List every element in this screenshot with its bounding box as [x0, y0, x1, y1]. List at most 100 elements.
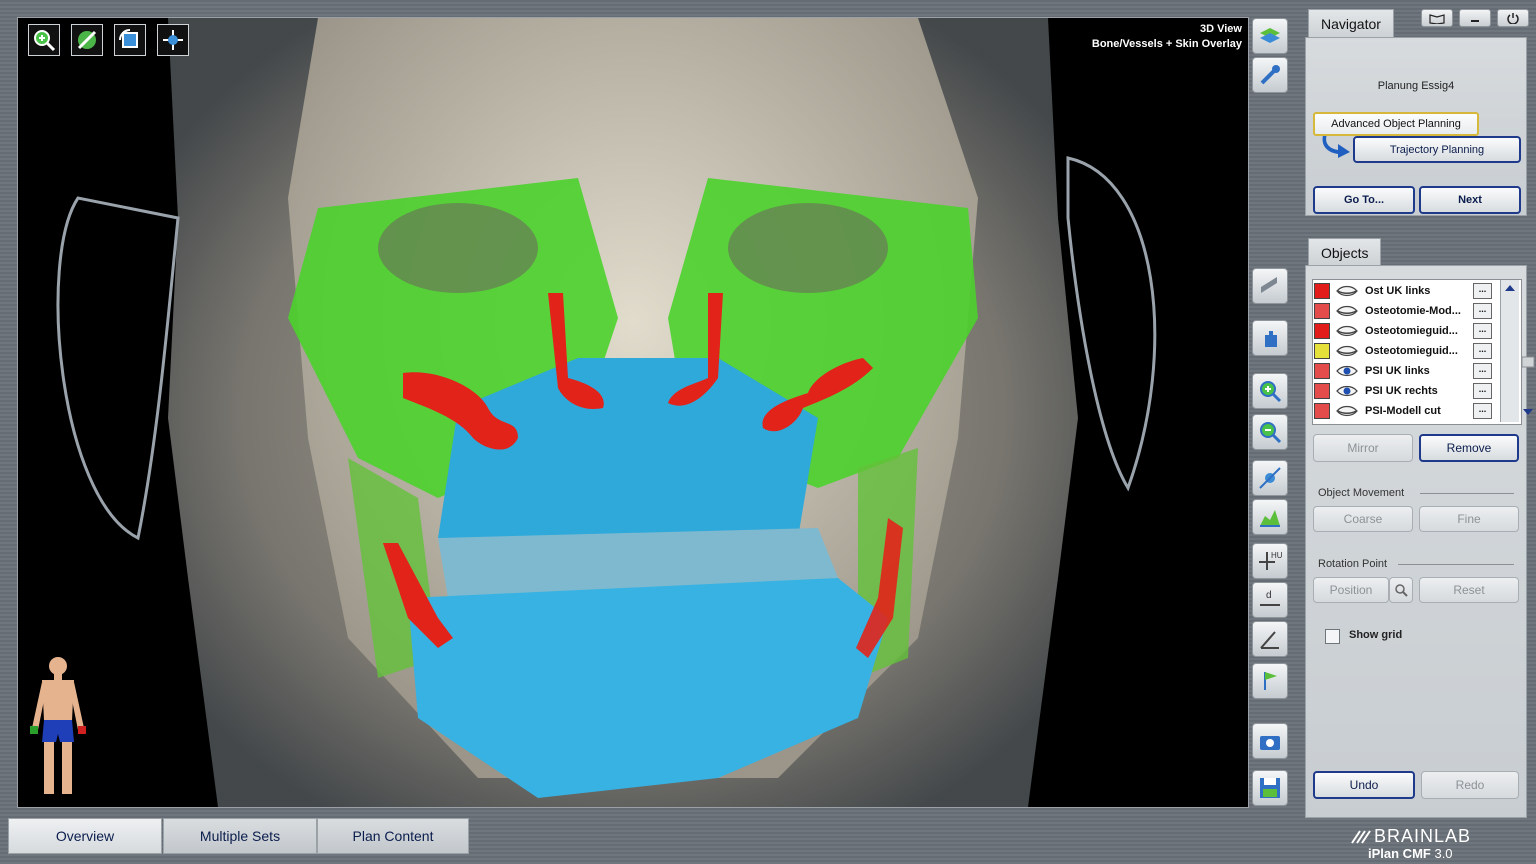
adjust-button[interactable]: [71, 24, 103, 56]
svg-text:d: d: [1266, 590, 1272, 601]
tab-navigator: Navigator: [1308, 9, 1394, 38]
zoom-fit-button[interactable]: [28, 24, 60, 56]
reset-button[interactable]: Reset: [1419, 577, 1519, 603]
object-scrollbar[interactable]: [1500, 280, 1535, 422]
view-toolbar: [28, 24, 189, 56]
scroll-down-icon[interactable]: [1519, 404, 1536, 420]
object-options-button[interactable]: ...: [1473, 283, 1492, 299]
rotation-label: Rotation Point: [1318, 558, 1388, 570]
scroll-thumb-icon[interactable]: [1519, 354, 1536, 370]
eye-closed-icon[interactable]: [1335, 403, 1359, 419]
flag-tool[interactable]: [1252, 663, 1288, 699]
tab-plan-content[interactable]: Plan Content: [317, 818, 469, 854]
minimize-button[interactable]: [1459, 9, 1491, 27]
object-options-button[interactable]: ...: [1473, 403, 1492, 419]
orientation-figure: [30, 657, 86, 794]
redo-button[interactable]: Redo: [1421, 771, 1519, 799]
object-row[interactable]: Osteotomieguid......: [1314, 321, 1498, 341]
next-step-button[interactable]: Trajectory Planning: [1353, 136, 1521, 163]
product-name: iPlan CMF 3.0: [1368, 846, 1453, 861]
zoom-in-tool[interactable]: [1252, 373, 1288, 409]
product-label: iPlan CMF: [1368, 846, 1431, 861]
scroll-up-icon[interactable]: [1501, 280, 1519, 296]
3d-view[interactable]: 3D View Bone/Vessels + Skin Overlay: [17, 17, 1249, 808]
objects-title: Objects: [1321, 245, 1369, 261]
movement-divider: [1420, 493, 1514, 494]
magnifier-icon: [1395, 584, 1408, 597]
eye-closed-icon[interactable]: [1335, 343, 1359, 359]
object-row[interactable]: PSI UK rechts...: [1314, 381, 1498, 401]
object-options-button[interactable]: ...: [1473, 383, 1492, 399]
position-button[interactable]: Position: [1313, 577, 1389, 603]
color-swatch[interactable]: [1314, 343, 1330, 359]
next-button[interactable]: Next: [1419, 186, 1521, 214]
fine-button[interactable]: Fine: [1419, 506, 1519, 532]
layers-tool[interactable]: [1252, 18, 1288, 54]
object-options-button[interactable]: ...: [1473, 343, 1492, 359]
object-row[interactable]: Osteotomie-Mod......: [1314, 301, 1498, 321]
color-swatch[interactable]: [1314, 283, 1330, 299]
object-name: PSI UK links: [1365, 365, 1430, 377]
brand-name: BRAINLAB: [1374, 826, 1472, 846]
eye-open-icon[interactable]: [1335, 383, 1359, 399]
color-swatch[interactable]: [1314, 383, 1330, 399]
object-options-button[interactable]: ...: [1473, 363, 1492, 379]
eye-closed-icon[interactable]: [1335, 303, 1359, 319]
undo-button[interactable]: Undo: [1313, 771, 1415, 799]
zoom-out-tool[interactable]: [1252, 414, 1288, 450]
color-swatch[interactable]: [1314, 323, 1330, 339]
histogram-icon: [1260, 510, 1280, 527]
object-row[interactable]: PSI UK links...: [1314, 361, 1498, 381]
select-tool[interactable]: [1252, 320, 1288, 356]
pan-button[interactable]: [157, 24, 189, 56]
help-button[interactable]: [1421, 9, 1453, 27]
settings-tool[interactable]: [1252, 57, 1288, 93]
screenshot-tool[interactable]: [1252, 723, 1288, 759]
object-name: PSI UK rechts: [1365, 385, 1438, 397]
distance-tool[interactable]: d: [1252, 582, 1288, 618]
object-options-button[interactable]: ...: [1473, 323, 1492, 339]
object-row[interactable]: Osteotomieguid......: [1314, 341, 1498, 361]
tab-multiple-sets[interactable]: Multiple Sets: [163, 818, 317, 854]
pan-icon: [163, 30, 183, 50]
skull-rendering[interactable]: [18, 18, 1248, 807]
adjust-icon: [77, 30, 97, 50]
show-grid-checkbox[interactable]: [1325, 629, 1340, 644]
position-search-button[interactable]: [1389, 577, 1413, 603]
rotate-button[interactable]: [114, 24, 146, 56]
tab-overview[interactable]: Overview: [8, 818, 162, 854]
object-options-button[interactable]: ...: [1473, 303, 1492, 319]
goto-button[interactable]: Go To...: [1313, 186, 1415, 214]
object-row[interactable]: PSI-Modell cut...: [1314, 401, 1498, 421]
power-icon: [1507, 13, 1519, 24]
coarse-button[interactable]: Coarse: [1313, 506, 1413, 532]
zoom-fit-icon: [34, 30, 56, 52]
color-swatch[interactable]: [1314, 303, 1330, 319]
eye-open-icon[interactable]: [1335, 363, 1359, 379]
power-button[interactable]: [1497, 9, 1529, 27]
brainlab-logo-icon: [1351, 829, 1371, 844]
object-row[interactable]: Ost UK links...: [1314, 281, 1498, 301]
camera-icon: [1260, 736, 1280, 750]
minimize-icon: [1471, 20, 1479, 22]
navigator-title: Navigator: [1321, 16, 1381, 32]
brightness-tool[interactable]: [1252, 460, 1288, 496]
angle-tool[interactable]: [1252, 621, 1288, 657]
eye-closed-icon[interactable]: [1335, 283, 1359, 299]
color-swatch[interactable]: [1314, 363, 1330, 379]
hand-select-icon: [1265, 331, 1277, 347]
save-tool[interactable]: [1252, 770, 1288, 806]
wrench-icon: [1260, 65, 1280, 85]
histogram-tool[interactable]: [1252, 499, 1288, 535]
view-title-line2: Bone/Vessels + Skin Overlay: [1091, 38, 1242, 50]
object-name: Ost UK links: [1365, 285, 1431, 297]
eye-closed-icon[interactable]: [1335, 323, 1359, 339]
product-version: 3.0: [1434, 846, 1453, 861]
color-swatch[interactable]: [1314, 403, 1330, 419]
distance-icon: d: [1260, 590, 1280, 606]
remove-button[interactable]: Remove: [1419, 434, 1519, 462]
hu-measure-tool[interactable]: HU: [1252, 543, 1288, 579]
view-title-line1: 3D View: [1200, 23, 1242, 35]
mirror-button[interactable]: Mirror: [1313, 434, 1413, 462]
slice-tool[interactable]: [1252, 268, 1288, 304]
